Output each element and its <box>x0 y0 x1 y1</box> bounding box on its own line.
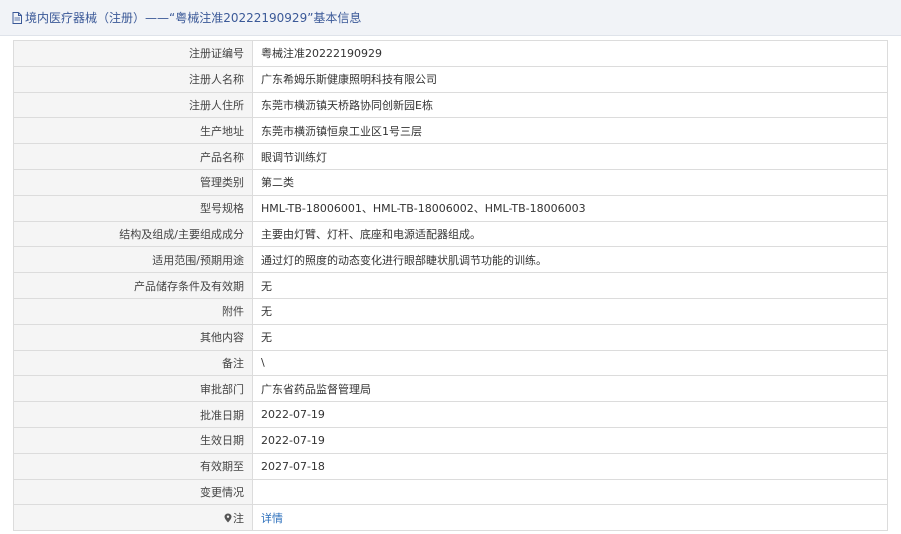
note-label: 注 <box>233 511 244 525</box>
info-table: 注册证编号 粤械注准20222190929 注册人名称 广东希姆乐斯健康照明科技… <box>13 40 888 532</box>
row-value: 无 <box>252 323 888 351</box>
row-label: 注册人住所 <box>13 91 253 119</box>
row-value: 无 <box>252 297 888 325</box>
table-row: 结构及组成/主要组成成分 主要由灯臂、灯杆、底座和电源适配器组成。 <box>13 220 888 248</box>
row-label: 生效日期 <box>13 426 253 454</box>
row-label: 注册人名称 <box>13 65 253 93</box>
table-row: 审批部门 广东省药品监督管理局 <box>13 375 888 403</box>
row-value: 2022-07-19 <box>252 426 888 454</box>
info-table-body: 注册证编号 粤械注准20222190929 注册人名称 广东希姆乐斯健康照明科技… <box>13 40 888 532</box>
row-label: 适用范围/预期用途 <box>13 246 253 274</box>
row-label: 附件 <box>13 297 253 325</box>
page: 境内医疗器械（注册）——“粤械注准20222190929”基本信息 注册证编号 … <box>0 0 901 534</box>
table-row: 管理类别 第二类 <box>13 168 888 196</box>
row-value: HML-TB-18006001、HML-TB-18006002、HML-TB-1… <box>252 194 888 222</box>
page-title: 境内医疗器械（注册）——“粤械注准20222190929”基本信息 <box>25 11 362 25</box>
table-row: 其他内容 无 <box>13 323 888 351</box>
row-label: 产品名称 <box>13 143 253 170</box>
row-label: 管理类别 <box>13 168 253 196</box>
row-label: 审批部门 <box>13 375 253 403</box>
row-value: 广东省药品监督管理局 <box>252 375 888 403</box>
table-row: 注册人名称 广东希姆乐斯健康照明科技有限公司 <box>13 65 888 93</box>
row-label: 批准日期 <box>13 401 253 428</box>
note-label-cell: 注 <box>13 504 253 532</box>
row-label: 结构及组成/主要组成成分 <box>13 220 253 248</box>
row-value: 东莞市横沥镇恒泉工业区1号三层 <box>252 117 888 145</box>
row-value: 主要由灯臂、灯杆、底座和电源适配器组成。 <box>252 220 888 248</box>
table-row: 适用范围/预期用途 通过灯的照度的动态变化进行眼部睫状肌调节功能的训练。 <box>13 246 888 274</box>
map-pin-icon <box>224 513 232 523</box>
row-label: 变更情况 <box>13 478 253 506</box>
row-label: 其他内容 <box>13 323 253 351</box>
table-row: 生产地址 东莞市横沥镇恒泉工业区1号三层 <box>13 117 888 145</box>
row-label: 生产地址 <box>13 117 253 145</box>
row-label: 备注 <box>13 349 253 377</box>
table-row: 批准日期 2022-07-19 <box>13 401 888 428</box>
page-header: 境内医疗器械（注册）——“粤械注准20222190929”基本信息 <box>0 0 901 36</box>
row-label: 注册证编号 <box>13 40 253 67</box>
table-row: 有效期至 2027-07-18 <box>13 452 888 480</box>
row-value: \ <box>252 349 888 377</box>
row-value: 2027-07-18 <box>252 452 888 480</box>
table-row: 产品名称 眼调节训练灯 <box>13 143 888 170</box>
detail-link[interactable]: 详情 <box>261 512 283 525</box>
row-value <box>252 478 888 506</box>
row-label: 型号规格 <box>13 194 253 222</box>
row-value: 通过灯的照度的动态变化进行眼部睫状肌调节功能的训练。 <box>252 246 888 274</box>
row-value: 第二类 <box>252 168 888 196</box>
row-value: 眼调节训练灯 <box>252 143 888 170</box>
table-row: 型号规格 HML-TB-18006001、HML-TB-18006002、HML… <box>13 194 888 222</box>
table-row-note: 注 详情 <box>13 504 888 532</box>
note-value-cell: 详情 <box>252 504 888 532</box>
row-value: 粤械注准20222190929 <box>252 40 888 67</box>
table-row: 注册人住所 东莞市横沥镇天桥路协同创新园E栋 <box>13 91 888 119</box>
row-label: 有效期至 <box>13 452 253 480</box>
table-row: 备注 \ <box>13 349 888 377</box>
row-value: 2022-07-19 <box>252 401 888 428</box>
info-table-container: 注册证编号 粤械注准20222190929 注册人名称 广东希姆乐斯健康照明科技… <box>13 40 888 532</box>
row-label: 产品储存条件及有效期 <box>13 272 253 299</box>
table-row: 产品储存条件及有效期 无 <box>13 272 888 299</box>
table-row: 附件 无 <box>13 297 888 325</box>
table-row: 注册证编号 粤械注准20222190929 <box>13 40 888 67</box>
row-value: 东莞市横沥镇天桥路协同创新园E栋 <box>252 91 888 119</box>
document-icon <box>12 11 22 24</box>
table-row: 生效日期 2022-07-19 <box>13 426 888 454</box>
row-value: 广东希姆乐斯健康照明科技有限公司 <box>252 65 888 93</box>
row-value: 无 <box>252 272 888 299</box>
table-row: 变更情况 <box>13 478 888 506</box>
